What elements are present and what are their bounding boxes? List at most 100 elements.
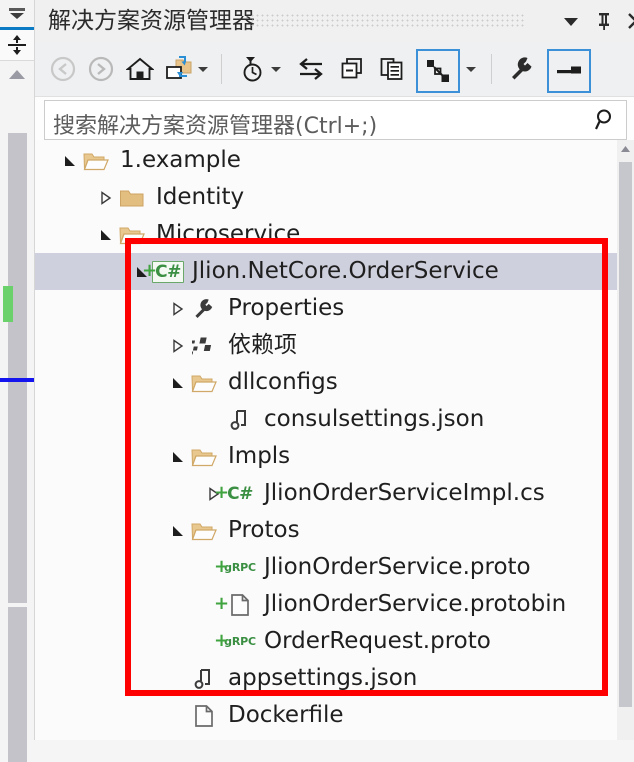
collapse-all-icon[interactable] <box>374 51 410 87</box>
file-blank-icon <box>189 697 219 734</box>
search-input[interactable]: 搜索解决方案资源管理器(Ctrl+;) <box>44 100 627 140</box>
tree-item-label: JlionOrderService.protobin <box>264 591 567 617</box>
tree-item[interactable]: Properties <box>35 290 634 327</box>
tree-vertical-scrollbar[interactable] <box>617 140 634 740</box>
wrench-icon <box>189 290 219 327</box>
solution-explorer-window: 解决方案资源管理器 搜索解决方案资源管理器(Ctrl+;) 1.example … <box>0 0 634 762</box>
folder-switch-icon[interactable] <box>161 51 197 87</box>
clock-filter-icon[interactable] <box>234 51 270 87</box>
tree-item[interactable]: Protos <box>35 512 634 549</box>
pending-add-badge-icon: + <box>142 260 158 281</box>
pending-add-badge-icon: + <box>214 556 230 577</box>
close-icon[interactable] <box>623 8 634 34</box>
tree-item-label: Jlion.NetCore.OrderService <box>192 258 499 284</box>
tree-item[interactable]: gRPC + OrderRequest.proto <box>35 623 634 660</box>
csharp-project-icon: C# + <box>142 253 184 290</box>
expander-expanded-icon[interactable] <box>167 512 189 549</box>
tree-item[interactable]: + JlionOrderService.protobin <box>35 586 634 623</box>
gutter-scrollbar-thumb-lower[interactable] <box>8 607 27 762</box>
titlebar-drag-grip[interactable] <box>250 13 525 27</box>
tree-item-label: appsettings.json <box>228 665 418 691</box>
json-icon <box>225 401 255 438</box>
page-title: 解决方案资源管理器 <box>48 8 255 34</box>
gutter-dropdown-icon[interactable] <box>0 2 34 26</box>
pending-add-badge-icon: + <box>214 593 230 614</box>
folder-open-icon <box>189 364 219 401</box>
expander-collapsed-icon[interactable] <box>95 179 117 216</box>
tree-item-label: 依赖项 <box>228 332 297 358</box>
back-button[interactable] <box>45 51 81 87</box>
tree-item-label: Identity <box>156 184 245 210</box>
tree-item[interactable]: gRPC + JlionOrderService.proto <box>35 549 634 586</box>
folder-closed-icon <box>117 179 147 216</box>
csharp-file-icon: C# + <box>214 482 253 504</box>
tree-item-label: OrderRequest.proto <box>264 628 491 654</box>
toolbar-separator <box>221 54 222 84</box>
show-all-files-dropdown-chevron-down-icon[interactable] <box>463 51 479 87</box>
tree-item-label: Impls <box>228 443 291 469</box>
solution-tree: 1.example Identity Microservice C# + Jlion.Ne… <box>35 140 634 740</box>
folder-open-icon <box>81 142 111 179</box>
gutter-scrollbar-thumb-upper[interactable] <box>8 133 27 603</box>
tree-item[interactable]: consulsettings.json <box>35 401 634 438</box>
search-icon[interactable] <box>592 106 620 134</box>
refresh-windows-icon[interactable] <box>334 51 370 87</box>
expander-placeholder <box>167 660 189 697</box>
pin-icon[interactable] <box>591 8 617 34</box>
preview-pane-icon[interactable] <box>547 49 591 93</box>
gutter-caret-marker <box>0 378 34 382</box>
grpc-icon: gRPC + <box>214 630 256 651</box>
toolbar-separator-2 <box>491 54 492 84</box>
expander-placeholder <box>167 697 189 734</box>
folder-open-icon <box>189 512 219 549</box>
left-gutter <box>0 0 35 762</box>
tree-item[interactable]: 依赖项 <box>35 327 634 364</box>
expander-expanded-icon[interactable] <box>95 216 117 253</box>
tree-item[interactable]: C# + JlionOrderServiceImpl.cs <box>35 475 634 512</box>
expander-expanded-icon[interactable] <box>167 364 189 401</box>
expander-expanded-icon[interactable] <box>59 142 81 179</box>
wrench-icon[interactable] <box>504 51 540 87</box>
tree-item-label: JlionOrderServiceImpl.cs <box>264 480 545 506</box>
folder-open-icon <box>189 438 219 475</box>
expander-collapsed-icon[interactable] <box>167 734 189 740</box>
tree-item[interactable]: appsettings.json <box>35 660 634 697</box>
tree-scrollbar-thumb[interactable] <box>619 162 632 707</box>
tree-item-label: dllconfigs <box>228 369 338 395</box>
forward-button[interactable] <box>83 51 119 87</box>
expander-expanded-icon[interactable] <box>167 438 189 475</box>
tree-item-label: 1.example <box>120 147 241 173</box>
tree-item[interactable]: 1.example <box>35 142 634 179</box>
expander-placeholder <box>203 401 225 438</box>
scroll-up-icon[interactable] <box>617 140 634 157</box>
tree-item[interactable]: Impls <box>35 438 634 475</box>
dependencies-icon <box>189 327 219 364</box>
tree-item[interactable]: dllconfigs <box>35 364 634 401</box>
tree-item-label: Properties <box>228 295 345 321</box>
scope-dropdown-chevron-down-icon[interactable] <box>195 51 211 87</box>
csharp-file-icon: C# <box>189 734 219 740</box>
tree-item[interactable]: Dockerfile <box>35 697 634 734</box>
sync-arrows-icon[interactable] <box>293 51 329 87</box>
show-all-files-icon[interactable] <box>416 49 460 93</box>
tree-item[interactable]: Microservice <box>35 216 634 253</box>
tree-item-label: consulsettings.json <box>264 406 485 432</box>
scroll-up-icon[interactable] <box>0 62 34 86</box>
home-icon[interactable] <box>122 51 158 87</box>
expander-collapsed-icon[interactable] <box>167 290 189 327</box>
grpc-icon: gRPC + <box>214 556 256 577</box>
tree-item[interactable]: C#HostedService.cs <box>35 734 634 740</box>
chevron-down-icon[interactable] <box>558 8 584 34</box>
split-window-icon[interactable] <box>0 30 34 61</box>
tree-item[interactable]: C# + Jlion.NetCore.OrderService <box>35 253 634 290</box>
gutter-change-marker <box>3 286 13 322</box>
pending-changes-dropdown-chevron-down-icon[interactable] <box>268 51 284 87</box>
json-icon <box>189 660 219 697</box>
solution-explorer-toolbar <box>35 42 634 97</box>
tree-item[interactable]: Identity <box>35 179 634 216</box>
tree-item-label: Dockerfile <box>228 702 344 728</box>
expander-collapsed-icon[interactable] <box>167 327 189 364</box>
file-blank-icon: + <box>214 586 255 623</box>
pending-add-badge-icon: + <box>214 630 230 651</box>
tree-item-label: Protos <box>228 517 300 543</box>
